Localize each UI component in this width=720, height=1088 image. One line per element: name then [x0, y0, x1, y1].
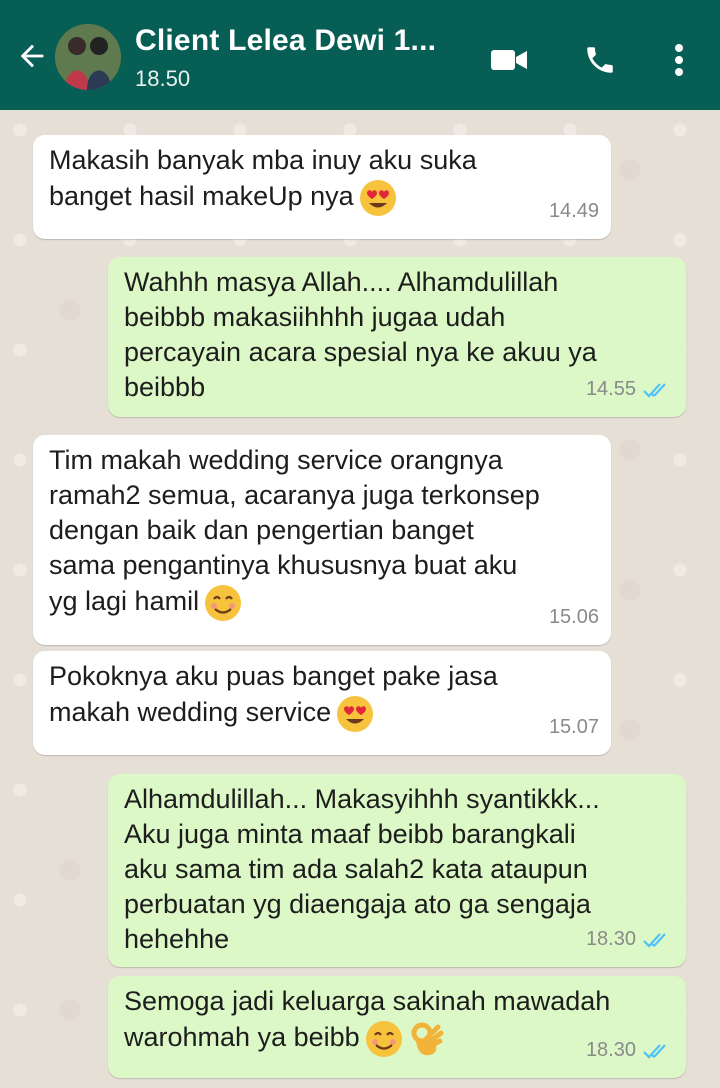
more-options-button[interactable]	[662, 36, 696, 84]
more-vert-icon	[675, 44, 683, 76]
message-text: Makasih banyak mba inuy aku suka banget …	[49, 145, 477, 212]
message-text: Tim makah wedding service orangnya ramah…	[49, 445, 540, 617]
message-time: 18.30	[585, 1039, 636, 1061]
message-meta: 18.30	[586, 1033, 674, 1068]
message-time: 14.49	[548, 200, 599, 222]
message-meta: 15.06	[549, 600, 599, 635]
message-time: 14.55	[585, 378, 636, 400]
last-seen: 18.50	[135, 66, 191, 91]
video-call-button[interactable]	[486, 38, 532, 82]
message-time: 18.30	[585, 928, 636, 950]
message-text-wrap: Pokoknya aku puas banget pake jasa makah…	[49, 659, 595, 734]
back-arrow-icon	[20, 44, 44, 68]
contact-name[interactable]: Client Lelea Dewi 1...	[135, 24, 436, 58]
read-ticks-icon	[643, 1043, 666, 1059]
message-bubble-incoming[interactable]: Pokoknya aku puas banget pake jasa makah…	[33, 651, 611, 755]
chat-header: Client Lelea Dewi 1... 18.50	[0, 0, 720, 110]
back-button[interactable]	[6, 32, 58, 80]
message-bubble-outgoing[interactable]: Alhamdulillah... Makasyihhh syantikkk...…	[108, 774, 686, 967]
video-call-icon	[491, 50, 527, 70]
smiling-emoji-icon	[205, 585, 242, 621]
message-text-wrap: Tim makah wedding service orangnya ramah…	[49, 443, 595, 623]
message-text: Pokoknya aku puas banget pake jasa makah…	[49, 661, 498, 728]
heart-eyes-emoji-icon	[359, 180, 396, 216]
message-meta: 14.55	[586, 372, 674, 407]
message-time: 15.07	[548, 716, 599, 738]
read-ticks-icon	[643, 932, 666, 948]
voice-call-button[interactable]	[578, 36, 622, 84]
message-bubble-incoming[interactable]: Makasih banyak mba inuy aku suka banget …	[33, 135, 611, 239]
ok-hand-emoji-icon	[411, 1022, 444, 1056]
message-text-wrap: Makasih banyak mba inuy aku suka banget …	[49, 143, 595, 218]
avatar-photo	[55, 24, 121, 90]
contact-avatar[interactable]	[55, 24, 121, 90]
message-bubble-outgoing[interactable]: Semoga jadi keluarga sakinah mawadah war…	[108, 976, 686, 1078]
heart-eyes-emoji-icon	[337, 696, 374, 732]
message-time: 15.06	[548, 606, 599, 628]
message-meta: 14.49	[549, 194, 599, 229]
message-meta: 15.07	[549, 710, 599, 745]
message-bubble-incoming[interactable]: Tim makah wedding service orangnya ramah…	[33, 435, 611, 645]
read-ticks-icon	[643, 382, 666, 398]
smiling-emoji-icon	[365, 1021, 402, 1057]
message-meta: 18.30	[586, 922, 674, 957]
message-bubble-outgoing[interactable]: Wahhh masya Allah.... Alhamdulillah beib…	[108, 257, 686, 417]
phone-icon	[587, 47, 613, 73]
